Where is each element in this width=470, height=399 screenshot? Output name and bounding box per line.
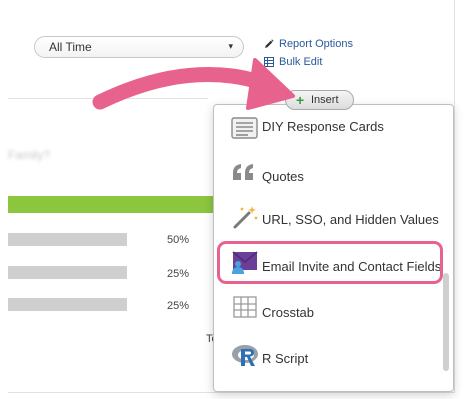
pointer-arrow-annotation [92, 58, 295, 110]
